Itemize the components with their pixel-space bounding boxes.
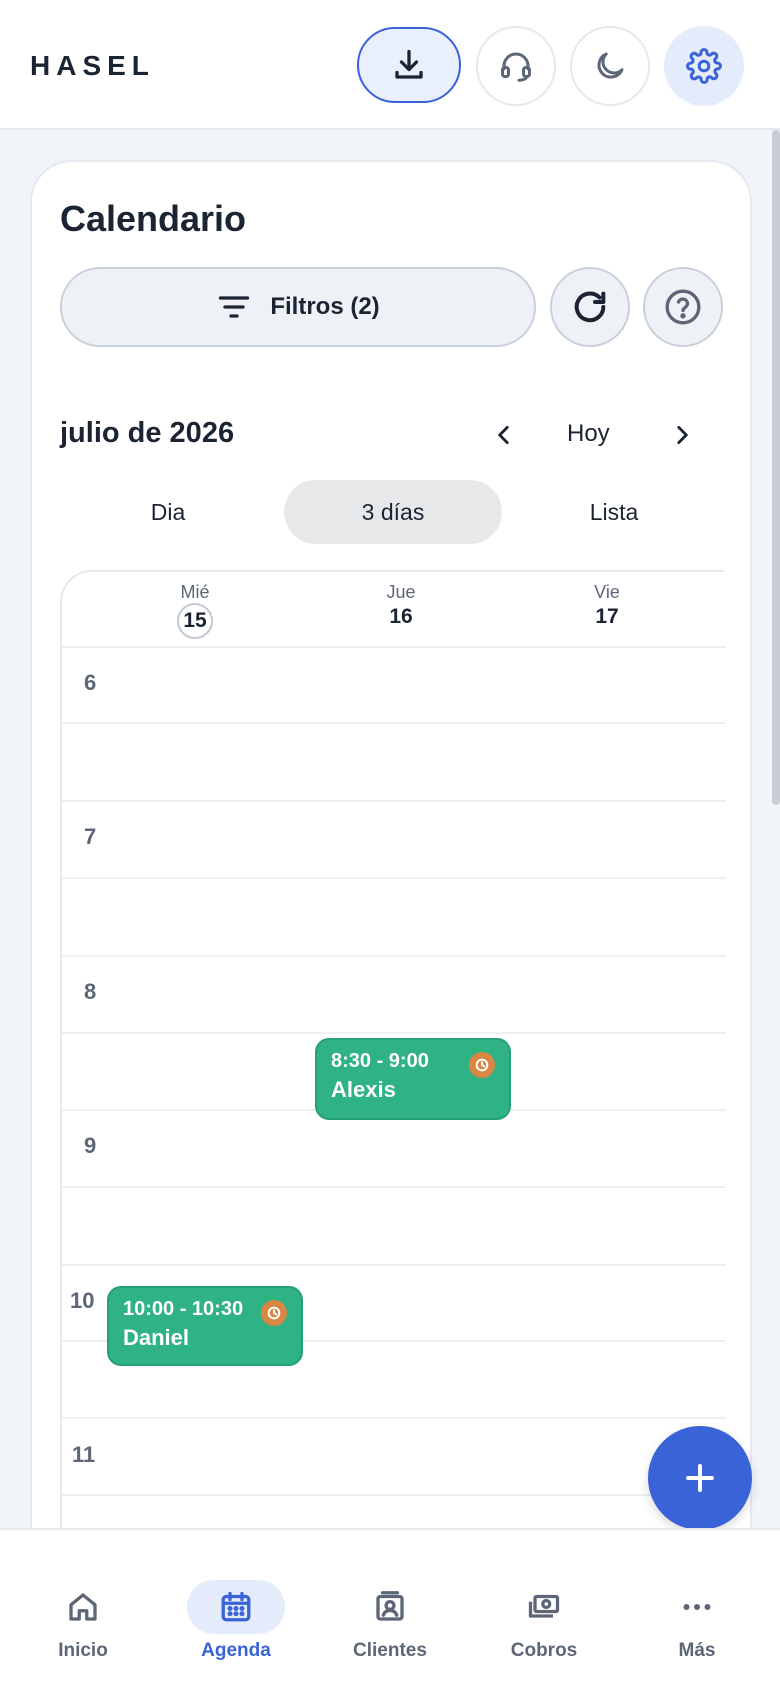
page-title: Calendario <box>60 198 247 239</box>
home-icon <box>69 1593 97 1621</box>
filters-button[interactable]: Filtros (2) <box>60 267 536 347</box>
support-button[interactable] <box>476 26 556 106</box>
grid-line <box>62 1417 726 1419</box>
filter-icon <box>219 296 250 318</box>
day-header[interactable]: Mié 15 <box>92 572 298 648</box>
day-header[interactable]: Vie 17 <box>504 572 710 648</box>
bottom-navigation: Inicio Agenda Clientes Cobros Más <box>0 1528 780 1691</box>
day-header[interactable]: Jue 16 <box>298 572 504 648</box>
moon-icon <box>597 52 624 79</box>
settings-button[interactable] <box>664 26 744 106</box>
event-card[interactable]: 10:00 - 10:30 Daniel <box>107 1286 303 1366</box>
nav-item-agenda[interactable]: Agenda <box>161 1530 311 1691</box>
calendar-grid: Mié 15 Jue 16 Vie 17 6 7 8 9 10 11 8:30 … <box>60 570 726 1691</box>
grid-line <box>62 1186 726 1188</box>
month-label: julio de 2026 <box>60 417 235 449</box>
tab-list[interactable]: Lista <box>506 480 722 544</box>
hour-label: 10 <box>70 1288 95 1313</box>
calendar-card: Calendario Filtros (2) julio de 2026 Hoy… <box>30 160 752 1691</box>
grid-line <box>62 1032 726 1034</box>
help-button[interactable] <box>643 267 723 347</box>
refresh-icon <box>574 291 606 323</box>
day-number: 16 <box>389 605 413 628</box>
scrollbar[interactable] <box>772 130 780 805</box>
headset-icon <box>501 52 531 82</box>
grid-line <box>62 1264 726 1266</box>
nav-label: Cobros <box>510 1640 578 1661</box>
nav-label: Más <box>678 1640 716 1661</box>
nav-label: Clientes <box>353 1640 427 1661</box>
contacts-icon <box>376 1591 404 1621</box>
next-button[interactable] <box>667 420 697 450</box>
grid-line <box>62 877 726 879</box>
money-icon <box>528 1594 560 1618</box>
day-name: Vie <box>594 582 620 602</box>
app-header: HASEL <box>0 0 780 130</box>
nav-label: Agenda <box>201 1640 271 1661</box>
hour-label: 6 <box>84 670 97 695</box>
day-number: 17 <box>595 605 619 628</box>
nav-label: Inicio <box>58 1640 108 1661</box>
nav-item-inicio[interactable]: Inicio <box>8 1530 158 1691</box>
event-client: Alexis <box>331 1077 396 1102</box>
clock-icon <box>469 1052 495 1078</box>
chevron-left-icon <box>498 426 509 444</box>
grid-line <box>62 1494 726 1496</box>
calendar-icon <box>221 1591 251 1622</box>
hour-label: 11 <box>72 1442 96 1467</box>
day-number-today: 15 <box>177 603 213 639</box>
dark-mode-button[interactable] <box>570 26 650 106</box>
brand-logo: HASEL <box>30 50 155 81</box>
gear-icon <box>686 48 722 84</box>
grid-line <box>62 722 726 724</box>
nav-item-cobros[interactable]: Cobros <box>469 1530 619 1691</box>
previous-button[interactable] <box>489 420 519 450</box>
download-icon <box>395 49 423 79</box>
grid-line <box>62 800 726 802</box>
grid-line <box>62 955 726 957</box>
nav-item-mas[interactable]: Más <box>622 1530 772 1691</box>
tab-three-days[interactable]: 3 días <box>284 480 502 544</box>
day-name: Mié <box>180 582 210 602</box>
hour-label: 7 <box>84 824 97 849</box>
event-card[interactable]: 8:30 - 9:00 Alexis <box>315 1038 511 1120</box>
event-client: Daniel <box>123 1325 190 1350</box>
help-icon <box>665 289 701 325</box>
view-tabs: Dia 3 días Lista <box>60 480 720 544</box>
clock-icon <box>261 1300 287 1326</box>
hour-label: 9 <box>84 1133 97 1158</box>
nav-item-clientes[interactable]: Clientes <box>315 1530 465 1691</box>
tab-day[interactable]: Dia <box>60 480 276 544</box>
plus-icon <box>686 1464 714 1492</box>
day-name: Jue <box>386 582 416 602</box>
chevron-right-icon <box>677 426 688 444</box>
grid-line <box>62 646 726 648</box>
add-appointment-button[interactable] <box>648 1426 752 1530</box>
filters-label: Filtros (2) <box>270 293 380 320</box>
more-icon <box>683 1604 711 1610</box>
refresh-button[interactable] <box>550 267 630 347</box>
today-button[interactable]: Hoy <box>567 420 610 448</box>
download-button[interactable] <box>357 27 461 103</box>
hour-label: 8 <box>84 979 97 1004</box>
